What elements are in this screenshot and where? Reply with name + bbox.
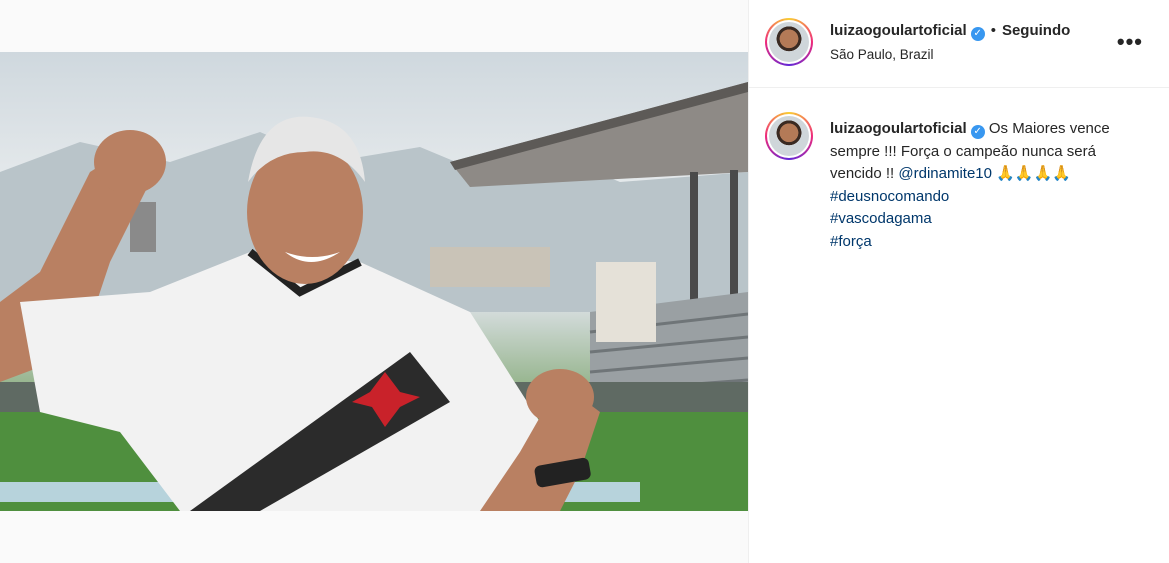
- post-sidebar: luizaogoulartoficial ✓ • Seguindo São Paulo…: [749, 0, 1169, 563]
- header-separator: •: [990, 22, 996, 39]
- post-photo[interactable]: [0, 52, 748, 511]
- hashtag-link[interactable]: #vascodagama: [830, 208, 1130, 231]
- caption-emojis: 🙏🙏🙏🙏: [991, 165, 1071, 182]
- avatar-photo: [769, 116, 809, 156]
- post-photo-illustration: [0, 82, 748, 511]
- location-link[interactable]: São Paulo, Brazil: [830, 47, 934, 62]
- caption-text: luizaogoulartoficial ✓ Os Maiores vence s…: [830, 118, 1130, 253]
- verified-badge-icon: ✓: [970, 125, 985, 139]
- following-button[interactable]: Seguindo: [1002, 22, 1070, 39]
- media-pane: [0, 0, 749, 563]
- caption-username-link[interactable]: luizaogoulartoficial: [830, 120, 967, 137]
- hashtag-link[interactable]: #força: [830, 231, 1130, 254]
- author-username-link[interactable]: luizaogoulartoficial: [830, 22, 967, 39]
- avatar-photo: [769, 22, 809, 62]
- mention-link[interactable]: @rdinamite10: [898, 165, 992, 182]
- verified-badge-icon: ✓: [970, 27, 985, 41]
- more-options-icon[interactable]: •••: [1117, 31, 1143, 53]
- caption-author-avatar[interactable]: [765, 112, 813, 160]
- hashtag-link[interactable]: #deusnocomando: [830, 186, 1130, 209]
- post-header: luizaogoulartoficial ✓ • Seguindo São Paulo…: [749, 0, 1169, 88]
- header-user-line: luizaogoulartoficial ✓ • Seguindo: [830, 22, 1070, 41]
- author-avatar[interactable]: [765, 18, 813, 66]
